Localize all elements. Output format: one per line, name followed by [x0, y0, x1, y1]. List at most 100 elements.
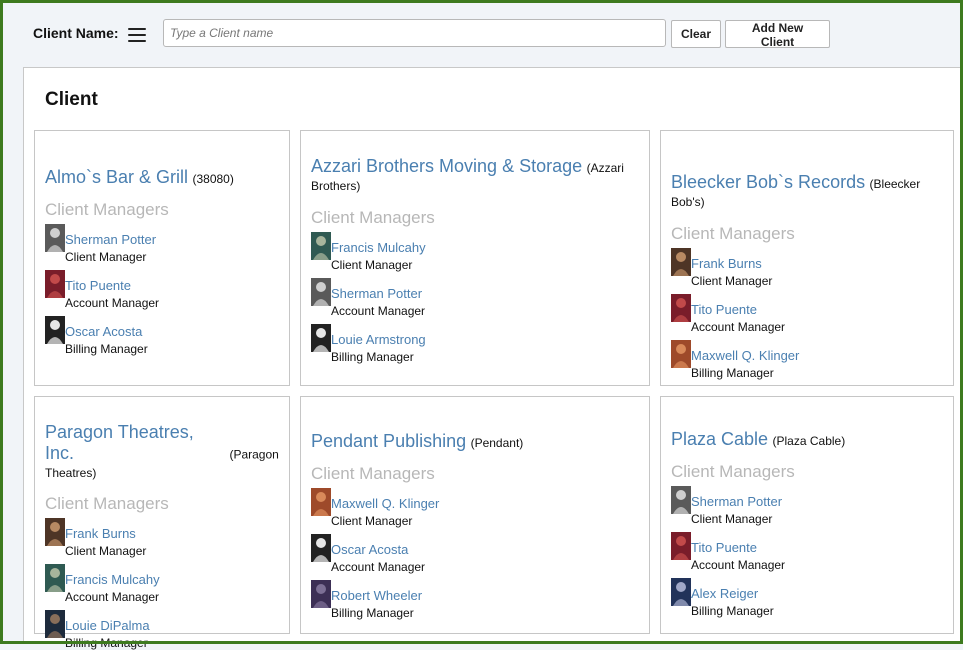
avatar-icon	[671, 532, 691, 561]
manager-item: Louie DiPalma Billing Manager	[45, 610, 279, 650]
client-managers-heading: Client Managers	[671, 462, 795, 482]
client-alias: (Plaza Cable)	[772, 434, 846, 448]
manager-name-link[interactable]: Robert Wheeler	[331, 580, 639, 603]
manager-name-link[interactable]: Louie Armstrong	[331, 324, 639, 347]
client-card: Bleecker Bob`s Records (Bleecker Bob's) C…	[660, 130, 954, 386]
manager-role: Client Manager	[691, 512, 773, 527]
manager-item: Francis Mulcahy Client Manager	[311, 231, 639, 272]
client-name-link[interactable]: Pendant Publishing	[311, 431, 466, 451]
manager-item: Sherman Potter Client Manager	[671, 486, 943, 526]
manager-item: Maxwell Q. Klinger Billing Manager	[671, 339, 943, 380]
client-card: Paragon Theatres, Inc. (Paragon Theatres…	[34, 396, 290, 650]
panel-title: Client	[45, 89, 98, 110]
avatar-icon	[311, 323, 331, 352]
manager-role: Account Manager	[691, 319, 786, 334]
avatar-icon	[45, 518, 65, 547]
manager-name-link[interactable]: Tito Puente	[691, 532, 943, 555]
client-card: Pendant Publishing (Pendant) Client Manag…	[300, 396, 650, 634]
avatar-icon	[671, 578, 691, 607]
manager-item: Frank Burns Client Manager	[45, 518, 279, 558]
manager-role: Billing Manager	[691, 604, 774, 619]
manager-role: Billing Manager	[65, 636, 148, 650]
avatar-icon	[311, 580, 331, 609]
client-card: Plaza Cable (Plaza Cable) Client Managers…	[660, 396, 954, 634]
manager-role: Billing Manager	[65, 342, 148, 357]
manager-item: Tito Puente Account Manager	[45, 270, 279, 310]
client-name-label: Client Name:	[33, 25, 119, 41]
avatar-icon	[311, 488, 331, 517]
avatar-icon	[671, 247, 691, 276]
manager-item: Tito Puente Account Manager	[671, 532, 943, 572]
manager-name-link[interactable]: Maxwell Q. Klinger	[331, 488, 639, 511]
client-name-link[interactable]: Almo`s Bar & Grill	[45, 167, 188, 187]
manager-name-link[interactable]: Frank Burns	[65, 518, 279, 541]
manager-name-link[interactable]: Sherman Potter	[65, 224, 279, 247]
manager-role: Billing Manager	[331, 606, 414, 621]
client-alias: (Pendant)	[470, 436, 524, 450]
manager-role: Billing Manager	[691, 365, 774, 380]
manager-name-link[interactable]: Maxwell Q. Klinger	[691, 340, 943, 363]
client-search-input[interactable]	[163, 19, 666, 47]
manager-item: Francis Mulcahy Account Manager	[45, 564, 279, 604]
manager-role: Client Manager	[331, 257, 413, 272]
client-name-link[interactable]: Azzari Brothers Moving & Storage	[311, 156, 582, 176]
manager-name-link[interactable]: Francis Mulcahy	[331, 232, 639, 255]
manager-role: Billing Manager	[331, 349, 414, 364]
manager-name-link[interactable]: Oscar Acosta	[331, 534, 639, 557]
client-name-link[interactable]: Paragon Theatres, Inc.	[45, 422, 225, 463]
avatar-icon	[45, 270, 65, 299]
manager-name-link[interactable]: Sherman Potter	[331, 278, 639, 301]
top-bar: Client Name: Clear Add New Client	[0, 0, 963, 66]
manager-item: Tito Puente Account Manager	[671, 293, 943, 334]
manager-name-link[interactable]: Alex Reiger	[691, 578, 943, 601]
manager-name-link[interactable]: Sherman Potter	[691, 486, 943, 509]
client-alias: (38080)	[192, 172, 234, 186]
avatar-icon	[671, 339, 691, 368]
avatar-icon	[311, 231, 331, 260]
manager-name-link[interactable]: Tito Puente	[65, 270, 279, 293]
manager-role: Client Manager	[331, 514, 413, 529]
manager-name-link[interactable]: Louie DiPalma	[65, 610, 279, 633]
client-managers-heading: Client Managers	[671, 223, 795, 243]
clear-button[interactable]: Clear	[671, 20, 721, 48]
manager-role: Account Manager	[331, 303, 426, 318]
manager-role: Account Manager	[331, 560, 426, 575]
manager-role: Account Manager	[65, 590, 160, 605]
manager-name-link[interactable]: Oscar Acosta	[65, 316, 279, 339]
client-card: Almo`s Bar & Grill (38080) Client Manager…	[34, 130, 290, 386]
manager-item: Oscar Acosta Billing Manager	[45, 316, 279, 356]
avatar-icon	[45, 564, 65, 593]
manager-name-link[interactable]: Frank Burns	[691, 248, 943, 271]
manager-role: Client Manager	[691, 273, 773, 288]
client-managers-heading: Client Managers	[45, 494, 169, 514]
manager-role: Account Manager	[65, 296, 160, 311]
client-managers-heading: Client Managers	[45, 200, 169, 220]
client-name-link[interactable]: Plaza Cable	[671, 429, 768, 449]
manager-role: Account Manager	[691, 558, 786, 573]
client-managers-heading: Client Managers	[311, 464, 435, 484]
manager-item: Louie Armstrong Billing Manager	[311, 323, 639, 364]
avatar-icon	[45, 610, 65, 639]
manager-item: Sherman Potter Account Manager	[311, 277, 639, 318]
client-card: Azzari Brothers Moving & Storage (Azzari…	[300, 130, 650, 386]
avatar-icon	[45, 224, 65, 253]
client-name-link[interactable]: Bleecker Bob`s Records	[671, 172, 865, 192]
manager-name-link[interactable]: Tito Puente	[691, 294, 943, 317]
avatar-icon	[311, 277, 331, 306]
manager-item: Oscar Acosta Account Manager	[311, 534, 639, 574]
client-managers-heading: Client Managers	[311, 207, 435, 227]
menu-icon[interactable]	[128, 28, 146, 42]
manager-name-link[interactable]: Francis Mulcahy	[65, 564, 279, 587]
manager-item: Sherman Potter Client Manager	[45, 224, 279, 264]
manager-item: Alex Reiger Billing Manager	[671, 578, 943, 618]
manager-item: Maxwell Q. Klinger Client Manager	[311, 488, 639, 528]
manager-role: Client Manager	[65, 250, 147, 265]
avatar-icon	[311, 534, 331, 563]
avatar-icon	[671, 293, 691, 322]
manager-role: Client Manager	[65, 544, 147, 559]
avatar-icon	[45, 316, 65, 345]
manager-item: Robert Wheeler Billing Manager	[311, 580, 639, 620]
manager-item: Frank Burns Client Manager	[671, 247, 943, 288]
avatar-icon	[671, 486, 691, 515]
add-new-client-button[interactable]: Add New Client	[725, 20, 830, 49]
